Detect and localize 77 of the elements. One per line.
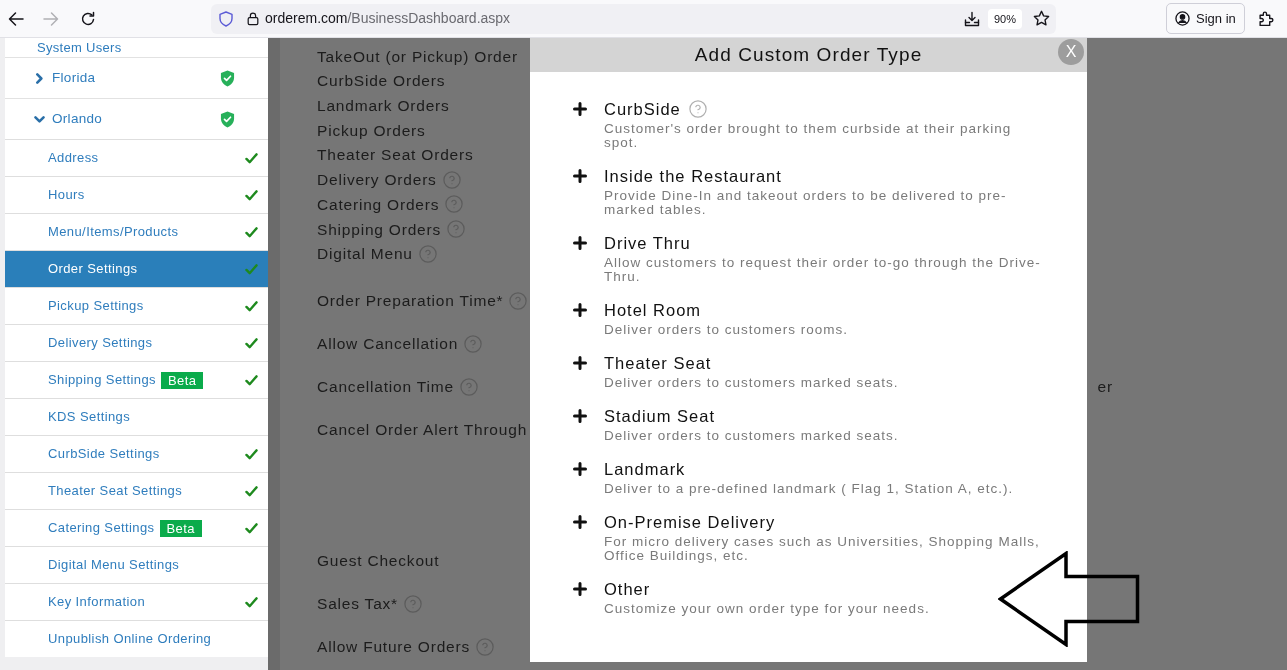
- setting-label: Cancel Order Alert Through: [317, 420, 528, 441]
- back-arrow-icon: [8, 10, 24, 27]
- sidebar-item[interactable]: Pickup Settings: [5, 287, 268, 324]
- plus-icon[interactable]: [573, 515, 587, 529]
- location-item[interactable]: Florida: [5, 57, 268, 98]
- download-icon[interactable]: [963, 10, 980, 27]
- sign-in-button[interactable]: Sign in: [1166, 3, 1245, 34]
- extensions-icon[interactable]: [1257, 10, 1275, 27]
- sidebar-item[interactable]: Hours: [5, 176, 268, 213]
- setting-label: Sales Tax*: [317, 594, 398, 615]
- order-type-description: Deliver to a pre-defined landmark ( Flag 1, Station A, etc.).: [604, 482, 1015, 496]
- shield-icon[interactable]: [218, 10, 234, 27]
- sidebar-item[interactable]: System Users: [5, 38, 268, 57]
- setting-label: er: [1097, 377, 1113, 398]
- url-text[interactable]: orderem.com/BusinessDashboard.aspx: [265, 8, 511, 29]
- order-type-description: For micro delivery cases such as Universities, Shopping Malls, Office Buildings, etc.: [604, 535, 1041, 563]
- setting-label: Shipping Orders: [317, 219, 441, 240]
- sidebar-item[interactable]: CurbSide Settings: [5, 435, 268, 472]
- sidebar-item[interactable]: Shipping Settings Beta: [5, 361, 268, 398]
- account-icon: [1175, 11, 1190, 26]
- order-type-title[interactable]: Stadium Seat: [604, 403, 716, 429]
- order-type-description: Deliver orders to customers marked seats.: [604, 376, 900, 390]
- order-type-description: Provide Dine-In and takeout orders to be delivered to pre-marked tables.: [604, 189, 1008, 217]
- plus-icon[interactable]: [573, 102, 587, 116]
- setting-label: Pickup Orders: [317, 120, 426, 141]
- beta-badge: Beta: [159, 519, 202, 537]
- sidebar-item[interactable]: Digital Menu Settings: [5, 546, 268, 583]
- zoom-level-badge[interactable]: 90%: [987, 8, 1022, 29]
- order-type-title[interactable]: On-Premise Delivery: [604, 509, 776, 535]
- order-type-description: Customize your own order type for your needs.: [604, 602, 931, 616]
- forward-arrow-icon: [43, 10, 59, 27]
- plus-icon[interactable]: [573, 169, 587, 183]
- sidebar-item[interactable]: Key Information: [5, 583, 268, 620]
- order-type-description: Deliver orders to customers rooms.: [604, 323, 850, 337]
- setting-label: Digital Menu: [317, 244, 413, 265]
- order-type-title[interactable]: Inside the Restaurant: [604, 163, 782, 189]
- order-type-description: Allow customers to request their order to-go through the Drive-Thru.: [604, 256, 1042, 284]
- left-arrow-annotation-icon: [998, 551, 1140, 647]
- plus-icon[interactable]: [573, 409, 587, 423]
- lock-icon[interactable]: [246, 11, 260, 26]
- plus-icon[interactable]: [573, 356, 587, 370]
- plus-icon[interactable]: [573, 462, 587, 476]
- order-type-title[interactable]: Theater Seat: [604, 350, 712, 376]
- sidebar-item[interactable]: Unpublish Online Ordering: [5, 620, 268, 657]
- plus-icon[interactable]: [573, 582, 587, 596]
- sidebar-item[interactable]: Delivery Settings: [5, 324, 268, 361]
- setting-label: Catering Orders: [317, 194, 440, 215]
- modal-title: Add Custom Order Type: [694, 42, 923, 67]
- order-type-title[interactable]: Other: [604, 576, 651, 602]
- setting-label: Delivery Orders: [317, 170, 437, 191]
- sidebar-item[interactable]: KDS Settings: [5, 398, 268, 435]
- location-item[interactable]: Orlando: [5, 98, 268, 139]
- order-type-title[interactable]: Hotel Room: [604, 297, 702, 323]
- setting-label: Theater Seat Orders: [317, 145, 474, 166]
- setting-label: Order Preparation Time*: [317, 291, 504, 312]
- sidebar-item[interactable]: Order Settings: [5, 250, 268, 287]
- sidebar-item[interactable]: Address: [5, 139, 268, 176]
- sidebar-item[interactable]: Theater Seat Settings: [5, 472, 268, 509]
- sidebar-item[interactable]: Catering Settings Beta: [5, 509, 268, 546]
- order-type-description: Customer's order brought to them curbside at their parking spot.: [604, 122, 1013, 150]
- star-icon[interactable]: [1033, 10, 1050, 27]
- order-type-title[interactable]: Drive Thru: [604, 230, 691, 256]
- order-type-title[interactable]: CurbSide: [604, 96, 681, 122]
- setting-label: CurbSide Orders: [317, 71, 446, 92]
- plus-icon[interactable]: [573, 236, 587, 250]
- setting-label: Guest Checkout: [317, 551, 440, 572]
- setting-label: Cancellation Time: [317, 377, 454, 398]
- setting-label: Allow Future Orders: [317, 637, 471, 658]
- setting-label: Landmark Orders: [317, 96, 450, 117]
- beta-badge: Beta: [161, 371, 204, 389]
- setting-label: TakeOut (or Pickup) Order: [317, 46, 518, 67]
- order-type-title[interactable]: Landmark: [604, 456, 686, 482]
- plus-icon[interactable]: [573, 303, 587, 317]
- order-type-description: Deliver orders to customers marked seats.: [604, 429, 900, 443]
- reload-icon: [80, 10, 96, 27]
- setting-label: Allow Cancellation: [317, 334, 459, 355]
- sidebar-item[interactable]: Menu/Items/Products: [5, 213, 268, 250]
